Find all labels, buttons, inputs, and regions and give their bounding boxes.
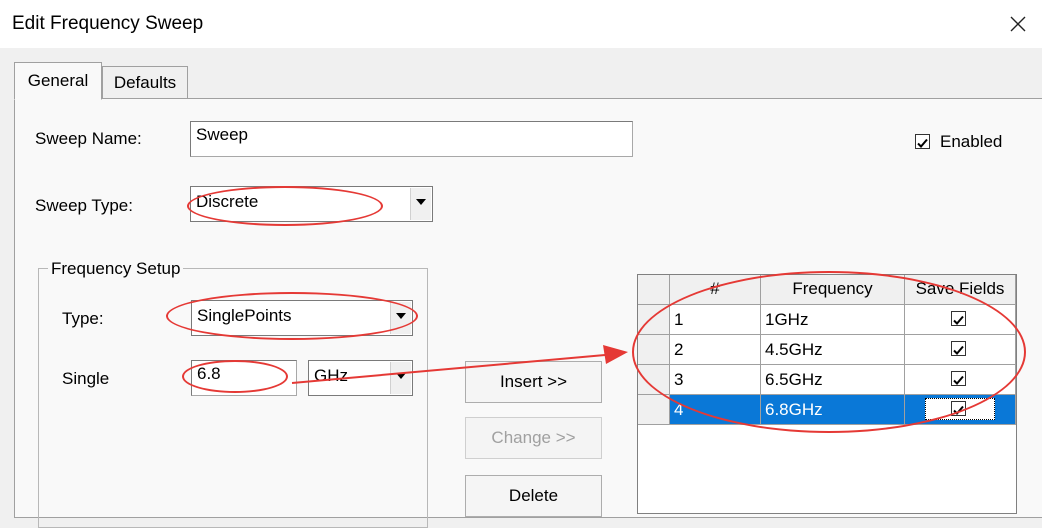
row-header[interactable] [638,395,670,425]
frequency-grid: # Frequency Save Fields 1 1GHz 2 4.5GHz … [637,274,1017,514]
table-row-number[interactable]: 4 [670,395,761,425]
grid-corner [638,275,670,305]
table-row-frequency[interactable]: 6.5GHz [761,365,905,395]
sweep-name-input[interactable]: Sweep [190,121,633,157]
tab-general-label: General [27,71,89,90]
header-save-fields[interactable]: Save Fields [905,275,1016,305]
table-row-save-fields[interactable] [905,395,1016,425]
single-frequency-input[interactable]: 6.8 [191,360,297,396]
table-row-frequency[interactable]: 4.5GHz [761,335,905,365]
row-header[interactable] [638,335,670,365]
tab-defaults[interactable]: Defaults [102,66,188,98]
table-row-number[interactable]: 2 [670,335,761,365]
save-fields-checkbox[interactable] [951,341,966,356]
save-fields-checkbox[interactable] [951,401,966,416]
title-bar: Edit Frequency Sweep [0,0,1042,48]
insert-button[interactable]: Insert >> [465,361,602,403]
save-fields-checkbox[interactable] [951,371,966,386]
sweep-type-label: Sweep Type: [35,196,133,215]
tab-general[interactable]: General [14,62,102,100]
save-fields-checkbox[interactable] [951,311,966,326]
table-row-save-fields[interactable] [905,335,1016,365]
type-label: Type: [62,309,104,328]
header-frequency[interactable]: Frequency [761,275,905,305]
header-number[interactable]: # [670,275,761,305]
check-icon [917,138,928,148]
table-row-save-fields[interactable] [905,305,1016,335]
table-row-frequency[interactable]: 6.8GHz [761,395,905,425]
enabled-checkbox[interactable] [915,134,930,149]
tab-defaults-label: Defaults [113,73,177,92]
change-button[interactable]: Change >> [465,417,602,459]
table-row-frequency[interactable]: 1GHz [761,305,905,335]
frequency-type-select[interactable]: SinglePoints [191,300,413,336]
frequency-unit-select[interactable]: GHz [308,360,413,396]
chevron-down-icon[interactable] [390,362,411,394]
sweep-type-select[interactable]: Discrete [190,186,433,222]
single-label: Single [62,369,110,388]
table-row-number[interactable]: 3 [670,365,761,395]
row-header[interactable] [638,305,670,335]
chevron-down-icon[interactable] [410,188,431,220]
enabled-label: Enabled [940,132,1003,151]
close-icon[interactable] [1006,12,1030,36]
check-icon [953,345,964,355]
table-row-save-fields[interactable] [905,365,1016,395]
frequency-unit-value: GHz [314,366,348,385]
frequency-type-value: SinglePoints [197,306,292,325]
delete-button[interactable]: Delete [465,475,602,517]
sweep-name-label: Sweep Name: [35,129,142,148]
chevron-down-icon[interactable] [390,302,411,334]
check-icon [953,405,964,415]
window-title: Edit Frequency Sweep [12,13,204,34]
check-icon [953,375,964,385]
sweep-type-value: Discrete [196,192,259,211]
check-icon [953,315,964,325]
table-row-number[interactable]: 1 [670,305,761,335]
frequency-setup-title: Frequency Setup [48,259,184,279]
row-header[interactable] [638,365,670,395]
